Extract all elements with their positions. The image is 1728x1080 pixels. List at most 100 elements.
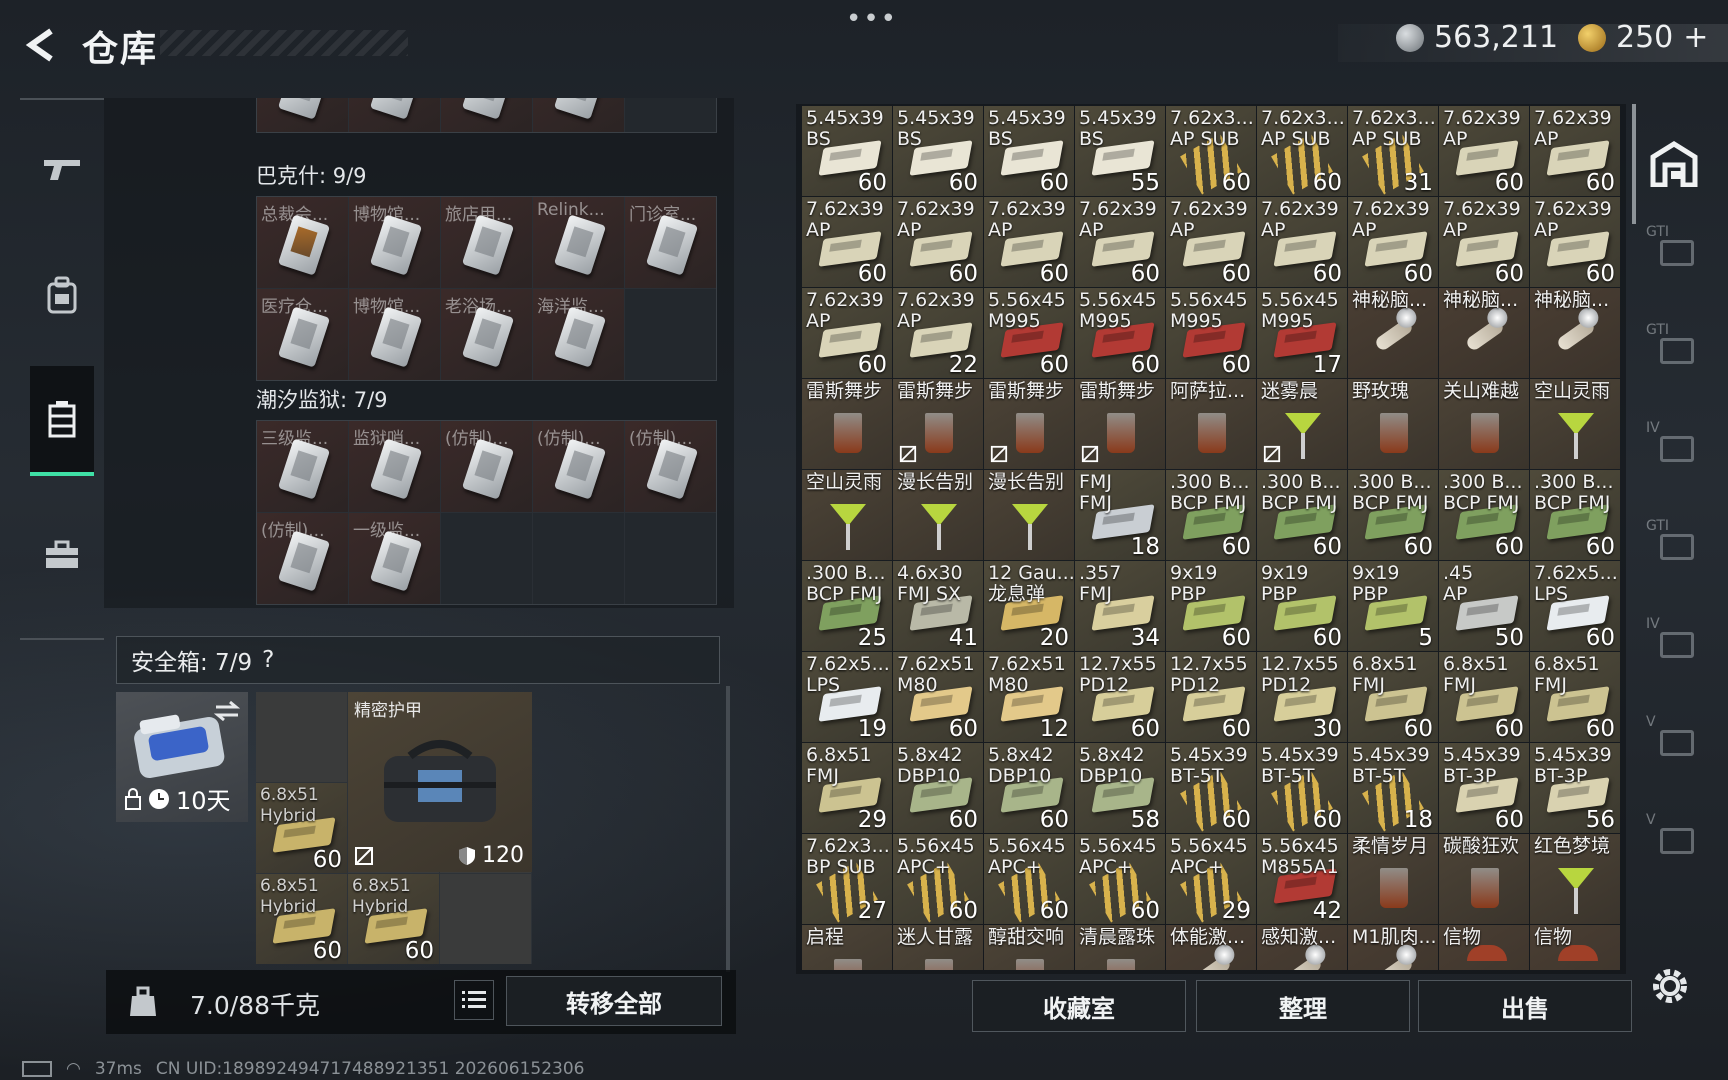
gold-plus[interactable]: + (1683, 20, 1708, 55)
rail-scrollbar[interactable] (1632, 104, 1636, 224)
rail-category-item[interactable]: GTI (1646, 518, 1706, 574)
rail-category-item[interactable]: GTI (1646, 322, 1706, 378)
container-slot-empty[interactable] (625, 289, 716, 380)
rail-category-item[interactable]: IV (1646, 420, 1706, 476)
container-slot-empty[interactable] (533, 513, 624, 604)
warehouse-item[interactable]: 7.62x3... AP SUB 60 (1166, 106, 1256, 196)
warehouse-item[interactable]: .300 B... BCP FMJ 60 (1257, 470, 1347, 560)
warehouse-item[interactable]: 7.62x39 AP 60 (1530, 106, 1620, 196)
container-slot[interactable]: Relink... (533, 197, 624, 288)
warehouse-item[interactable]: 碳酸狂欢 (1439, 834, 1529, 924)
warehouse-item[interactable]: 雷斯舞步 (802, 379, 892, 469)
warehouse-item[interactable]: 7.62x39 AP 60 (1257, 197, 1347, 287)
warehouse-item[interactable]: 野玫瑰 (1348, 379, 1438, 469)
warehouse-item[interactable]: 7.62x3... BP SUB 27 (802, 834, 892, 924)
warehouse-item[interactable]: 5.56x45 APC+ 60 (893, 834, 983, 924)
warehouse-item[interactable]: .300 B... BCP FMJ 60 (1530, 470, 1620, 560)
list-view-button[interactable] (454, 980, 494, 1020)
warehouse-item[interactable]: 感知激... (1257, 925, 1347, 970)
warehouse-item[interactable]: 信物 (1439, 925, 1529, 970)
warehouse-item[interactable]: 12 Gau... 龙息弹 20 (984, 561, 1074, 651)
container-slot[interactable]: 海洋监... (533, 289, 624, 380)
nav-weapons[interactable] (30, 114, 94, 224)
warehouse-item[interactable]: 雷斯舞步 (893, 379, 983, 469)
warehouse-item[interactable]: 5.45x39 BT-3P 56 (1530, 743, 1620, 833)
warehouse-item[interactable]: 5.8x42 DBP10 60 (893, 743, 983, 833)
warehouse-item[interactable]: 神秘脑... (1439, 288, 1529, 378)
container-slot[interactable]: 总裁会... (257, 197, 348, 288)
rail-category-item[interactable]: IV (1646, 616, 1706, 672)
container-slot[interactable]: (仿制)... (533, 421, 624, 512)
warehouse-item[interactable]: 5.45x39 BT-5T 18 (1348, 743, 1438, 833)
swap-icon[interactable] (214, 700, 240, 722)
warehouse-item[interactable]: 清晨露珠 (1075, 925, 1165, 970)
container-slot[interactable] (349, 98, 440, 132)
container-slot-empty[interactable] (625, 513, 716, 604)
gold-currency[interactable]: 250 + (1578, 20, 1708, 55)
warehouse-item[interactable]: 7.62x39 AP 60 (802, 288, 892, 378)
warehouse-item[interactable]: 7.62x39 AP 60 (1075, 197, 1165, 287)
warehouse-item[interactable]: 5.56x45 M995 60 (1166, 288, 1256, 378)
rail-category-item[interactable]: GTI (1646, 224, 1706, 280)
warehouse-item[interactable]: 7.62x39 AP 60 (1166, 197, 1256, 287)
secure-slot-empty[interactable] (256, 692, 347, 782)
warehouse-item[interactable]: 7.62x39 AP 60 (984, 197, 1074, 287)
nav-storage[interactable] (30, 366, 94, 476)
organize-button[interactable]: 整理 (1196, 980, 1410, 1032)
container-slot[interactable]: 门诊室... (625, 197, 716, 288)
warehouse-item[interactable]: 7.62x39 AP 60 (802, 197, 892, 287)
nav-equipment[interactable] (30, 240, 94, 350)
warehouse-item[interactable]: 6.8x51 FMJ 29 (802, 743, 892, 833)
warehouse-item[interactable]: 7.62x51 M80 12 (984, 652, 1074, 742)
warehouse-item[interactable]: 5.45x39 BS 60 (802, 106, 892, 196)
warehouse-item[interactable]: 5.56x45 M855A1 42 (1257, 834, 1347, 924)
nav-toolbox[interactable] (30, 500, 94, 610)
warehouse-item[interactable]: 红色梦境 (1530, 834, 1620, 924)
warehouse-item[interactable]: 5.45x39 BT-5T 60 (1257, 743, 1347, 833)
warehouse-item[interactable]: 5.56x45 APC+ 60 (1075, 834, 1165, 924)
warehouse-item[interactable]: 5.45x39 BT-3P 60 (1439, 743, 1529, 833)
warehouse-item[interactable]: 5.56x45 M995 60 (1075, 288, 1165, 378)
container-slot[interactable] (441, 98, 532, 132)
container-slot[interactable] (533, 98, 624, 132)
warehouse-item[interactable]: 12.7x55 PD12 30 (1257, 652, 1347, 742)
container-slot[interactable]: (仿制)... (625, 421, 716, 512)
precision-armor-item[interactable]: 精密护甲 120 (348, 692, 532, 872)
container-slot[interactable]: (仿制)... (441, 421, 532, 512)
warehouse-item[interactable]: .357 FMJ 34 (1075, 561, 1165, 651)
warehouse-item[interactable]: 9x19 PBP 60 (1257, 561, 1347, 651)
warehouse-item[interactable]: 迷人甘露 (893, 925, 983, 970)
warehouse-item[interactable]: 7.62x39 AP 60 (1439, 106, 1529, 196)
warehouse-item[interactable]: 启程 (802, 925, 892, 970)
warehouse-item[interactable]: 7.62x39 AP 60 (1348, 197, 1438, 287)
warehouse-item[interactable]: 7.62x39 AP 60 (1439, 197, 1529, 287)
warehouse-item[interactable]: 关山难越 (1439, 379, 1529, 469)
collection-room-button[interactable]: 收藏室 (972, 980, 1186, 1032)
help-icon[interactable]: ? (262, 647, 274, 673)
warehouse-item[interactable]: 5.56x45 M995 17 (1257, 288, 1347, 378)
warehouse-item[interactable]: 漫长告别 (984, 470, 1074, 560)
warehouse-item[interactable]: 体能激... (1166, 925, 1256, 970)
more-menu-icon[interactable]: ••• (846, 4, 898, 34)
warehouse-item[interactable]: 5.8x42 DBP10 60 (984, 743, 1074, 833)
warehouse-item[interactable]: 5.45x39 BS 60 (984, 106, 1074, 196)
warehouse-item[interactable]: 5.8x42 DBP10 58 (1075, 743, 1165, 833)
warehouse-item[interactable]: 5.56x45 M995 60 (984, 288, 1074, 378)
warehouse-item[interactable]: 空山灵雨 (802, 470, 892, 560)
warehouse-item[interactable]: 信物 (1530, 925, 1620, 970)
warehouse-item[interactable]: 迷雾晨 (1257, 379, 1347, 469)
back-button[interactable] (16, 20, 66, 70)
warehouse-item[interactable]: 5.45x39 BT-5T 60 (1166, 743, 1256, 833)
secure-case-item[interactable]: 10天 (116, 692, 248, 822)
warehouse-item[interactable]: 4.6x30 FMJ SX 41 (893, 561, 983, 651)
warehouse-item[interactable]: .300 B... BCP FMJ 60 (1348, 470, 1438, 560)
warehouse-item[interactable]: 12.7x55 PD12 60 (1166, 652, 1256, 742)
warehouse-item[interactable]: 7.62x39 AP 60 (893, 197, 983, 287)
sell-button[interactable]: 出售 (1418, 980, 1632, 1032)
warehouse-item[interactable]: 柔情岁月 (1348, 834, 1438, 924)
warehouse-item[interactable]: 6.8x51 FMJ 60 (1348, 652, 1438, 742)
warehouse-item[interactable]: 雷斯舞步 (984, 379, 1074, 469)
warehouse-item[interactable]: 7.62x3... AP SUB 31 (1348, 106, 1438, 196)
warehouse-item[interactable]: 空山灵雨 (1530, 379, 1620, 469)
warehouse-item[interactable]: 6.8x51 FMJ 60 (1439, 652, 1529, 742)
